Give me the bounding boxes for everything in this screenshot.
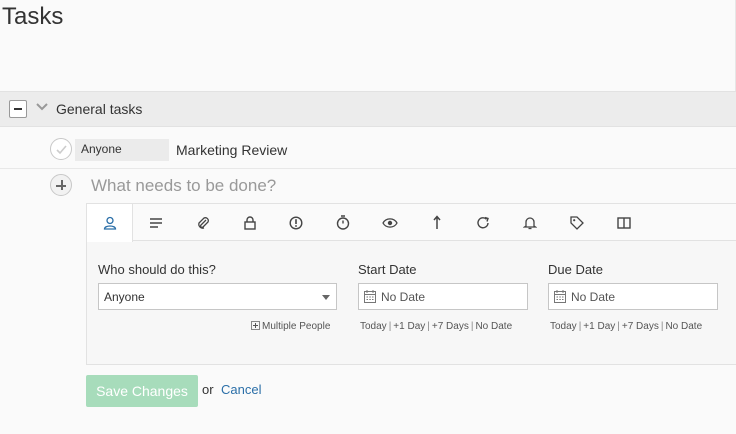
group-title: General tasks: [56, 101, 143, 117]
start-plus7-link[interactable]: +7 Days: [432, 321, 469, 332]
tag-icon[interactable]: [554, 204, 600, 241]
page: Tasks General tasks Anyone Marketing Rev…: [0, 0, 736, 434]
start-plus1-link[interactable]: +1 Day: [393, 321, 425, 332]
group-header[interactable]: General tasks: [0, 91, 736, 127]
collapse-button[interactable]: [9, 100, 27, 118]
multiple-people-label: Multiple People: [262, 321, 331, 332]
lock-icon[interactable]: [227, 204, 273, 241]
add-task-icon[interactable]: [50, 174, 72, 196]
person-icon[interactable]: [87, 204, 133, 242]
bell-icon[interactable]: [507, 204, 553, 241]
plus-square-icon: [251, 321, 260, 330]
eye-icon[interactable]: [367, 204, 413, 241]
calendar-icon: [554, 290, 566, 303]
timer-icon[interactable]: [320, 204, 366, 241]
multiple-people-link[interactable]: Multiple People: [251, 321, 330, 332]
start-date-placeholder: No Date: [381, 290, 426, 304]
due-date-label: Due Date: [548, 262, 603, 277]
attachment-icon[interactable]: [180, 204, 226, 241]
top-area: [0, 0, 736, 91]
priority-icon[interactable]: [273, 204, 319, 241]
task-editor-panel: Who should do this? Anyone Multiple Peop…: [86, 203, 736, 365]
task-assignee[interactable]: Anyone: [75, 139, 169, 161]
repeat-icon[interactable]: [460, 204, 506, 241]
start-date-quick-links: Today | +1 Day | +7 Days | No Date: [360, 321, 513, 332]
start-today-link[interactable]: Today: [360, 321, 387, 332]
assignee-select[interactable]: Anyone: [98, 283, 337, 310]
start-date-input[interactable]: No Date: [358, 283, 528, 310]
task-name[interactable]: Marketing Review: [176, 142, 287, 158]
due-today-link[interactable]: Today: [550, 321, 577, 332]
task-toolbar: [87, 204, 736, 242]
due-date-input[interactable]: No Date: [548, 283, 718, 310]
assignee-select-value: Anyone: [104, 290, 145, 304]
page-title: Tasks: [2, 3, 64, 30]
due-nodate-link[interactable]: No Date: [665, 321, 702, 332]
due-plus7-link[interactable]: +7 Days: [622, 321, 659, 332]
columns-icon[interactable]: [601, 204, 647, 241]
save-changes-button[interactable]: Save Changes: [86, 375, 198, 407]
start-date-label: Start Date: [358, 262, 417, 277]
calendar-icon: [364, 290, 376, 303]
cancel-link[interactable]: Cancel: [221, 382, 261, 397]
complete-checkbox[interactable]: [50, 138, 72, 160]
due-date-quick-links: Today | +1 Day | +7 Days | No Date: [550, 321, 703, 332]
due-date-placeholder: No Date: [571, 290, 616, 304]
check-icon: [56, 145, 67, 155]
new-task-input[interactable]: [86, 172, 726, 200]
or-text: or: [202, 382, 214, 397]
arrow-up-icon[interactable]: [414, 204, 460, 241]
description-icon[interactable]: [133, 204, 179, 241]
task-row: Anyone Marketing Review: [0, 127, 736, 169]
caret-down-icon: [322, 295, 330, 300]
start-nodate-link[interactable]: No Date: [475, 321, 512, 332]
chevron-down-icon[interactable]: [35, 100, 49, 114]
due-plus1-link[interactable]: +1 Day: [583, 321, 615, 332]
assignee-label: Who should do this?: [98, 262, 216, 277]
